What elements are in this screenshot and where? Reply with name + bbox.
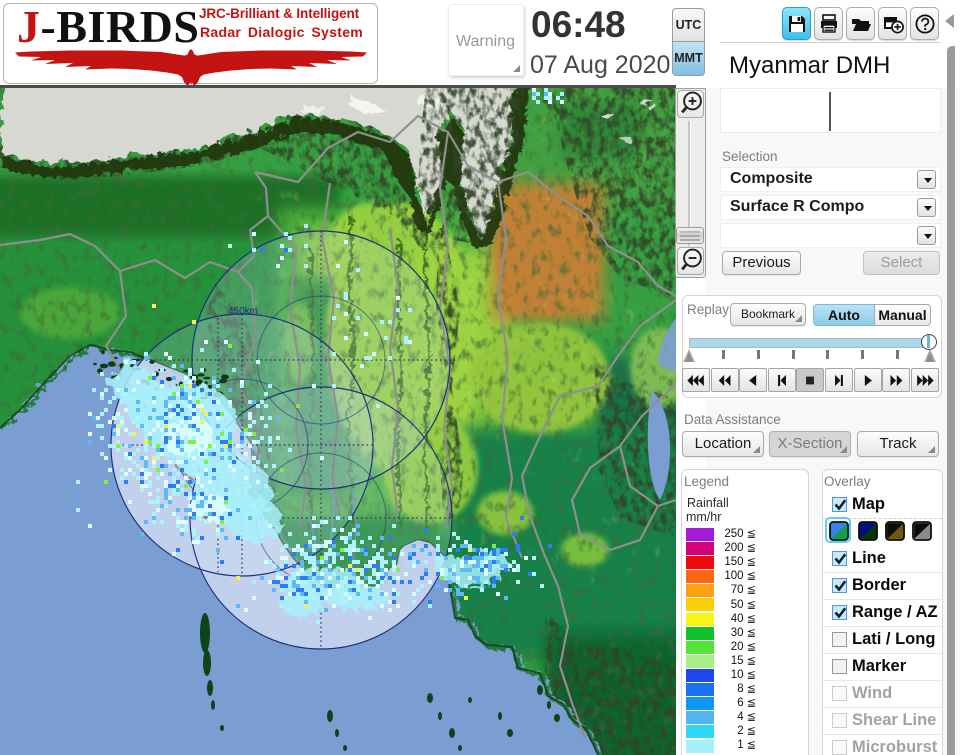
svg-text:450km: 450km	[228, 306, 258, 317]
